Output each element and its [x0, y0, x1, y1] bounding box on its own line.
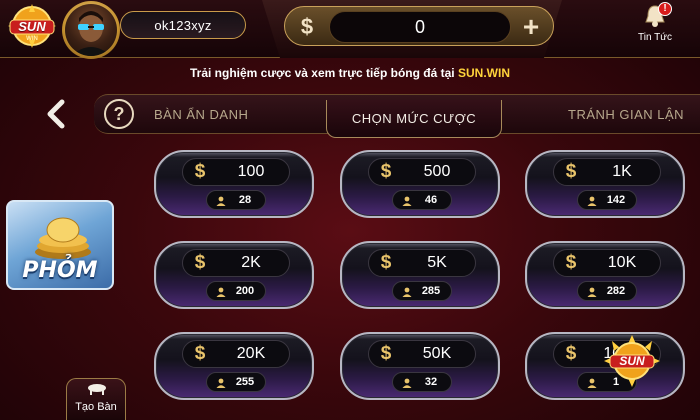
bet-amount-pill: $2K [182, 249, 290, 277]
dollar-icon: $ [194, 343, 206, 364]
bet-card[interactable]: $50K 32 [340, 332, 500, 400]
player-count-pill: 200 [206, 281, 266, 301]
player-count-pill: 142 [577, 190, 637, 210]
marquee-highlight[interactable]: SUN.WIN [458, 66, 510, 80]
bet-amount-pill: $5K [368, 249, 476, 277]
player-count: 282 [606, 285, 626, 297]
username-field: ok123xyz [120, 11, 246, 39]
player-count: 28 [238, 194, 252, 206]
player-count-pill: 28 [206, 190, 266, 210]
bet-card[interactable]: $5K 285 [340, 241, 500, 309]
dollar-icon: $ [380, 343, 392, 364]
balance-value: 0 [329, 11, 511, 43]
bet-amount-pill: $1K [553, 158, 661, 186]
player-count-pill: 282 [577, 281, 637, 301]
dollar-icon: $ [194, 161, 206, 182]
add-funds-button[interactable]: + [515, 11, 547, 43]
marquee-text: Trải nghiệm cược và xem trực tiếp bóng đ… [0, 66, 700, 80]
sun-badge-text: SUN [619, 354, 645, 368]
player-count: 255 [235, 376, 255, 388]
game-tile-phom[interactable]: PHỎM [6, 200, 114, 290]
avatar-portrait [65, 4, 117, 56]
bet-card[interactable]: $1K 142 [525, 150, 685, 218]
dollar-icon: $ [380, 161, 392, 182]
player-count: 32 [424, 376, 438, 388]
sun-logo-icon: SUN WIN [6, 4, 58, 50]
bet-amount-pill: $10K [553, 249, 661, 277]
dollar-icon: $ [194, 252, 206, 273]
news-button[interactable]: ! Tin Tức [624, 0, 686, 52]
bet-card[interactable]: $2K 200 [154, 241, 314, 309]
bet-amount: 100 [237, 163, 265, 180]
bet-amount: 10K [607, 254, 637, 271]
player-count-pill: 285 [392, 281, 452, 301]
bet-card[interactable]: $500 46 [340, 150, 500, 218]
tab-choose-bet-level[interactable]: CHỌN MỨC CƯỢC [326, 100, 502, 138]
bet-amount-pill: $500 [368, 158, 476, 186]
bet-amount: 20K [236, 345, 266, 362]
coins-icon [35, 217, 91, 259]
news-label: Tin Tức [638, 32, 672, 43]
help-icon[interactable]: ? [104, 99, 134, 129]
bet-amount-pill: $50K [368, 340, 476, 368]
bet-amount: 2K [241, 254, 261, 271]
player-count: 46 [424, 194, 438, 206]
bet-amount: 500 [423, 163, 451, 180]
tab-anonymous-table[interactable]: BÀN ẨN DANH [154, 107, 248, 122]
player-count: 200 [235, 285, 255, 297]
bet-card[interactable]: $100 28 [154, 150, 314, 218]
marquee-message: Trải nghiệm cược và xem trực tiếp bóng đ… [190, 66, 455, 80]
bet-amount: 1K [612, 163, 632, 180]
dollar-icon: $ [380, 252, 392, 273]
table-icon [88, 384, 106, 395]
bet-card[interactable]: $20K 255 [154, 332, 314, 400]
sun-badge-icon[interactable]: SUN [604, 335, 660, 387]
dollar-icon: $ [300, 14, 314, 39]
dollar-icon: $ [565, 161, 577, 182]
bet-amount-pill: $100 [182, 158, 290, 186]
logo-text: SUN [18, 19, 46, 34]
player-count: 142 [606, 194, 626, 206]
logo-subtext: WIN [26, 36, 38, 42]
game-title: PHỎM [22, 258, 98, 283]
create-room-label: Tạo Bàn [75, 401, 117, 413]
avatar[interactable] [62, 1, 120, 59]
player-count-pill: 255 [206, 372, 266, 392]
bet-card[interactable]: $10K 282 [525, 241, 685, 309]
balance-bar: $ 0 + [284, 6, 554, 46]
player-count-pill: 46 [392, 190, 452, 210]
create-room-button[interactable]: Tạo Bàn [66, 378, 126, 420]
dollar-icon: $ [565, 252, 577, 273]
bet-amount: 50K [422, 345, 452, 362]
dollar-icon: $ [565, 343, 577, 364]
bet-amount: 5K [427, 254, 447, 271]
player-count: 285 [421, 285, 441, 297]
player-count-pill: 32 [392, 372, 452, 392]
bet-amount-pill: $20K [182, 340, 290, 368]
back-arrow-icon[interactable] [44, 98, 68, 130]
news-badge: ! [658, 2, 672, 16]
tab-anti-cheat[interactable]: TRÁNH GIAN LẬN [568, 107, 684, 122]
